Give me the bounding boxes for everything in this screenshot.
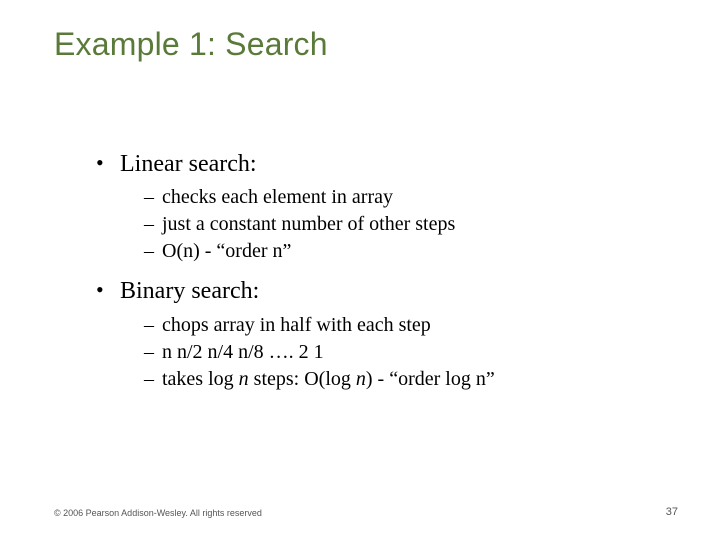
sub-text: steps: O(log [249,368,356,390]
sub-item: just a constant number of other steps [120,211,676,238]
sub-text: ) - “order log n” [366,368,495,390]
slide: Example 1: Search Linear search: checks … [0,0,720,540]
sub-item: O(n) - “order n” [120,238,676,265]
italic-n: n [239,368,249,390]
bullet-item: Linear search: checks each element in ar… [96,148,676,265]
footer-copyright: © 2006 Pearson Addison-Wesley. All right… [54,508,262,518]
slide-content: Linear search: checks each element in ar… [96,148,676,403]
sub-list: chops array in half with each step n n/2… [120,312,676,393]
bullet-label: Linear search: [120,151,257,177]
italic-n: n [356,368,366,390]
bullet-label: Binary search: [120,278,259,304]
sub-text: takes log [162,368,239,390]
sub-list: checks each element in array just a cons… [120,184,676,265]
bullet-list: Linear search: checks each element in ar… [96,148,676,393]
footer-page-number: 37 [666,506,678,518]
bullet-item: Binary search: chops array in half with … [96,275,676,392]
sub-item: takes log n steps: O(log n) - “order log… [120,366,676,393]
sub-item: n n/2 n/4 n/8 …. 2 1 [120,339,676,366]
sub-item: chops array in half with each step [120,312,676,339]
slide-title: Example 1: Search [54,26,328,63]
sub-item: checks each element in array [120,184,676,211]
